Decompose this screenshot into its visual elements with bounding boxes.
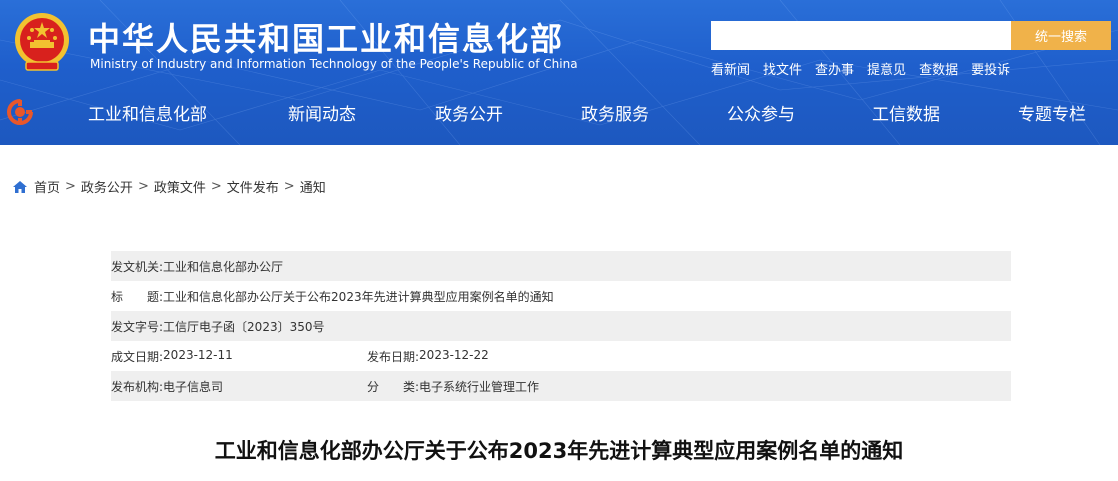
ministry-logo-icon[interactable] (6, 98, 34, 126)
title-label: 标 题: (111, 289, 164, 304)
breadcrumb-home[interactable]: 首页 (34, 177, 60, 196)
site-title-english: Ministry of Industry and Information Tec… (90, 57, 578, 71)
site-header: 中华人民共和国工业和信息化部 Ministry of Industry and … (0, 0, 1118, 145)
breadcrumb-separator: > (65, 179, 76, 194)
issuer-value: 工业和信息化部办公厅 (163, 259, 284, 274)
category-value: 电子系统行业管理工作 (419, 379, 540, 394)
quick-link-files[interactable]: 找文件 (763, 59, 802, 78)
main-nav: 工业和信息化部 新闻动态 政务公开 政务服务 公众参与 工信数据 专题专栏 (0, 96, 1118, 130)
org-value: 电子信息司 (163, 379, 224, 394)
breadcrumb-government-affairs[interactable]: 政务公开 (81, 177, 133, 196)
nav-item-data[interactable]: 工信数据 (872, 100, 940, 125)
info-row-org-category: 发布机构: 电子信息司 分 类: 电子系统行业管理工作 (111, 371, 1011, 401)
info-row-title: 标 题: 工业和信息化部办公厅关于公布2023年先进计算典型应用案例名单的通知 (111, 281, 1011, 311)
quick-link-feedback[interactable]: 提意见 (867, 59, 906, 78)
org-label: 发布机构: (111, 379, 164, 394)
quick-link-data[interactable]: 查数据 (919, 59, 958, 78)
quick-link-services[interactable]: 查办事 (815, 59, 854, 78)
info-row-docno: 发文字号: 工信厅电子函〔2023〕350号 (111, 311, 1011, 341)
search-button[interactable]: 统一搜索 (1011, 21, 1111, 50)
docno-label: 发文字号: (111, 319, 164, 334)
category-label: 分 类: (367, 379, 420, 394)
breadcrumb: 首页 > 政务公开 > 政策文件 > 文件发布 > 通知 (12, 177, 326, 196)
quick-links: 看新闻 找文件 查办事 提意见 查数据 要投诉 (711, 59, 1010, 78)
info-row-dates: 成文日期: 2023-12-11 发布日期: 2023-12-22 (111, 341, 1011, 371)
nav-item-ministry[interactable]: 工业和信息化部 (88, 100, 207, 125)
nav-item-participation[interactable]: 公众参与 (727, 100, 795, 125)
quick-link-news[interactable]: 看新闻 (711, 59, 750, 78)
breadcrumb-separator: > (210, 179, 222, 194)
published-date-label: 发布日期: (367, 349, 420, 364)
document-title: 工业和信息化部办公厅关于公布2023年先进计算典型应用案例名单的通知 (214, 439, 904, 463)
breadcrumb-file-release[interactable]: 文件发布 (227, 177, 279, 196)
breadcrumb-separator: > (283, 179, 295, 194)
document-info-table: 发文机关: 工业和信息化部办公厅 标 题: 工业和信息化部办公厅关于公布2023… (111, 251, 1011, 401)
breadcrumb-separator: > (137, 179, 149, 194)
breadcrumb-notice[interactable]: 通知 (300, 177, 326, 196)
home-icon[interactable] (12, 180, 28, 194)
published-date-value: 2023-12-22 (419, 347, 489, 362)
national-emblem-icon (15, 13, 69, 71)
nav-item-news[interactable]: 新闻动态 (288, 100, 356, 125)
nav-item-services[interactable]: 政务服务 (581, 100, 649, 125)
quick-link-complaint[interactable]: 要投诉 (971, 59, 1010, 78)
issuer-label: 发文机关: (111, 259, 164, 274)
search-input[interactable] (711, 21, 1011, 50)
created-date-label: 成文日期: (111, 349, 164, 364)
created-date-value: 2023-12-11 (163, 347, 233, 362)
site-title: 中华人民共和国工业和信息化部 (88, 20, 565, 58)
title-value: 工业和信息化部办公厅关于公布2023年先进计算典型应用案例名单的通知 (163, 289, 554, 304)
docno-value: 工信厅电子函〔2023〕350号 (163, 319, 325, 334)
info-row-issuer: 发文机关: 工业和信息化部办公厅 (111, 251, 1011, 281)
breadcrumb-policy-files[interactable]: 政策文件 (154, 177, 206, 196)
nav-item-topics[interactable]: 专题专栏 (1018, 100, 1086, 125)
nav-item-government-affairs[interactable]: 政务公开 (435, 100, 503, 125)
